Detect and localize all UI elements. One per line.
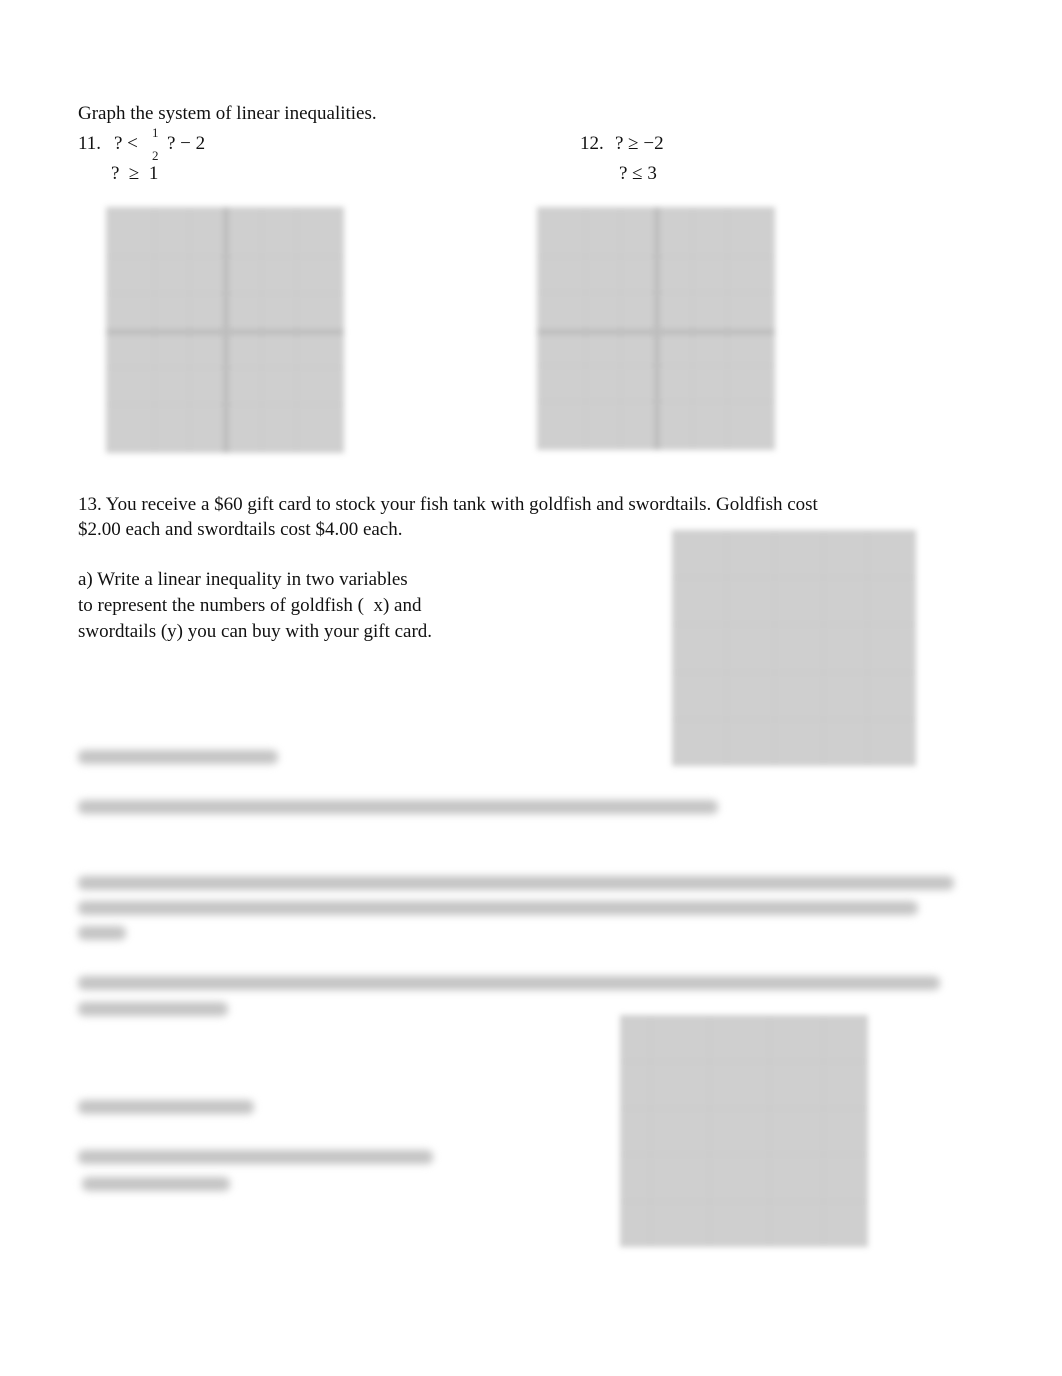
problem-13-part-a-line-3: swordtails (y) you can buy with your gif… bbox=[78, 621, 433, 642]
problem-14-part-b-obscured bbox=[78, 1100, 254, 1114]
graph-problem-13[interactable] bbox=[672, 530, 916, 766]
problem-13-statement-line-2: $2.00 each and swordtails cost $4.00 eac… bbox=[78, 519, 403, 540]
problem-13-part-a-line-1: a) Write a linear inequality in two vari… bbox=[78, 569, 408, 590]
problem-14-part-c-obscured-2 bbox=[82, 1177, 230, 1191]
graph-problem-14[interactable] bbox=[620, 1015, 868, 1247]
problem-14-part-c-obscured-1 bbox=[78, 1150, 433, 1164]
problem-14-statement-obscured-2 bbox=[78, 901, 918, 915]
problem-14-part-a-obscured-2 bbox=[78, 1002, 228, 1016]
graph-problem-11[interactable] bbox=[106, 207, 344, 453]
problem-14-statement-obscured-1 bbox=[78, 876, 954, 890]
problem-13-part-c-obscured bbox=[78, 800, 718, 814]
problem-11-inequality-2: ? ≥ 1 bbox=[111, 163, 159, 184]
problem-11-inequality-1-right: ? − 2 bbox=[167, 133, 206, 154]
fraction-numerator: 1 bbox=[152, 125, 159, 140]
problem-13-part-a-line-2: to represent the numbers of goldfish ( x… bbox=[78, 595, 422, 616]
problem-12-inequality-1: ? ≥ −2 bbox=[615, 133, 664, 154]
x-axis bbox=[106, 329, 344, 335]
x-axis bbox=[537, 329, 775, 335]
problem-13-statement-line-1: 13. You receive a $60 gift card to stock… bbox=[78, 494, 818, 515]
problem-11-number: 11. bbox=[78, 133, 102, 154]
problem-11-inequality-1-left: ? < bbox=[114, 133, 138, 154]
problem-12-inequality-2: ? ≤ 3 bbox=[619, 163, 657, 184]
problem-12-number: 12. bbox=[580, 133, 604, 154]
problem-14-part-a-obscured-1 bbox=[78, 976, 940, 990]
problem-13-part-b-obscured bbox=[78, 750, 278, 764]
problem-14-statement-obscured-3 bbox=[78, 926, 126, 940]
graph-problem-12[interactable] bbox=[537, 207, 775, 450]
instructions-heading: Graph the system of linear inequalities. bbox=[78, 103, 377, 124]
